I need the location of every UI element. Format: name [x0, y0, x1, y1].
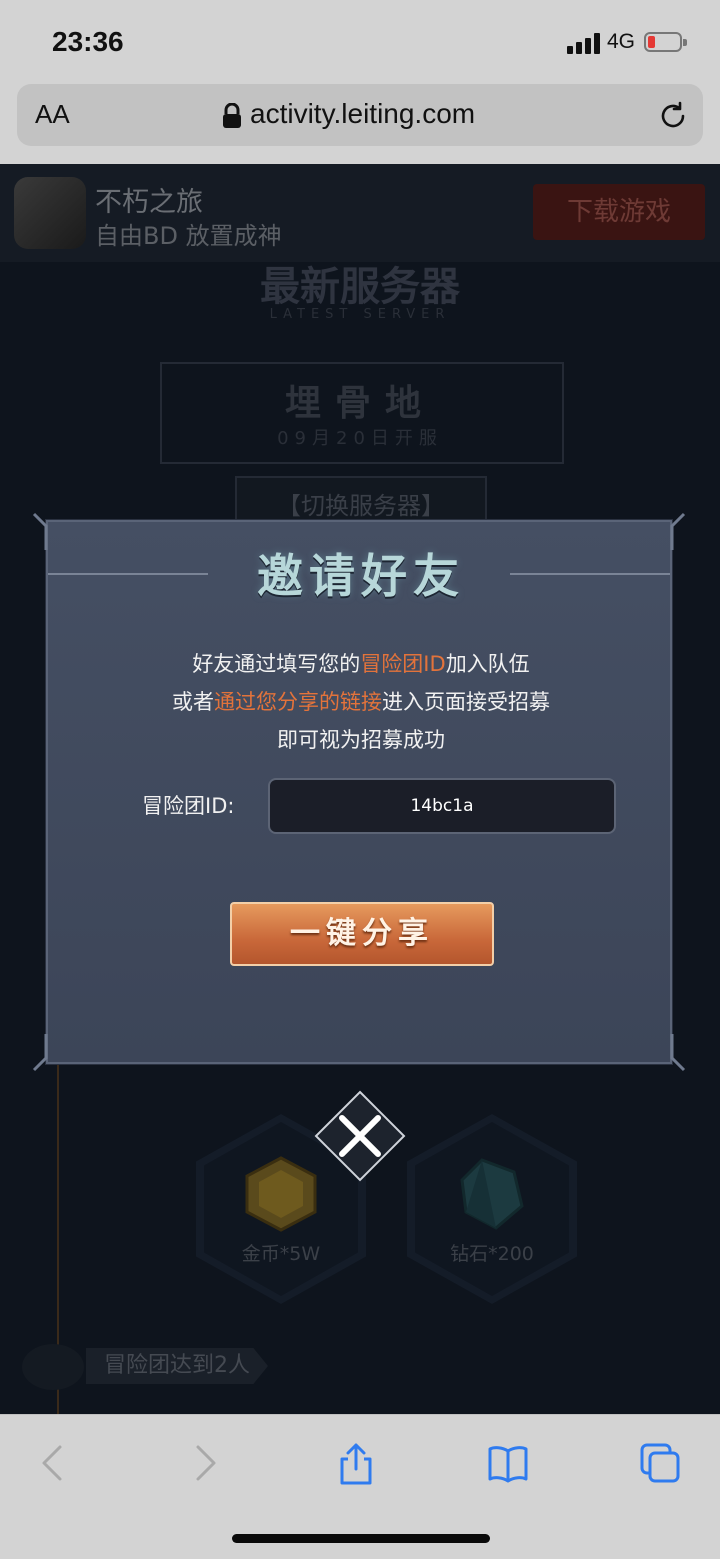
desc-text: 加入队伍 — [445, 652, 530, 676]
share-icon[interactable] — [334, 1441, 378, 1485]
one-click-share-button[interactable]: 一键分享 — [230, 902, 494, 966]
lock-icon — [223, 103, 241, 128]
reload-icon[interactable] — [657, 100, 689, 132]
signal-icon — [567, 32, 603, 54]
desc-text: 进入页面接受招募 — [382, 690, 550, 714]
text-size-label: AA — [35, 99, 70, 129]
modal-description-line3: 即可视为招募成功 — [277, 728, 445, 752]
home-indicator — [232, 1534, 490, 1543]
address-bar[interactable]: AA activity.leiting.com — [17, 84, 703, 146]
desc-highlight: 冒险团ID — [360, 652, 446, 676]
back-icon[interactable] — [32, 1441, 76, 1485]
battery-icon — [644, 32, 687, 52]
tabs-icon[interactable] — [638, 1441, 682, 1485]
milestone-marker — [22, 1344, 84, 1390]
safari-address-area: AA activity.leiting.com — [0, 80, 720, 165]
bookmarks-icon[interactable] — [486, 1441, 530, 1485]
modal-title: 邀请好友 — [257, 549, 465, 603]
reward-diamond: 钻石*200 — [407, 1114, 577, 1304]
url-text: activity.leiting.com — [250, 98, 476, 129]
corner-ornament-icon — [32, 1034, 48, 1072]
app-name: 不朽之旅 — [95, 187, 203, 218]
status-time: 23:36 — [52, 26, 124, 57]
text-size-button[interactable]: AA — [35, 99, 70, 130]
diamond-icon — [460, 1158, 524, 1230]
gold-coin-icon — [245, 1156, 317, 1232]
section-title: 最新服务器 — [260, 263, 460, 310]
server-name: 埋骨地 — [284, 382, 435, 424]
server-open-date: 09月20日开服 — [277, 428, 443, 449]
desc-text: 或者 — [172, 690, 214, 714]
status-bar: 23:36 4G — [0, 0, 720, 80]
milestone-label: 冒险团达到2人 — [86, 1348, 268, 1384]
desc-text: 好友通过填写您的 — [192, 652, 361, 676]
app-download-banner: 不朽之旅 自由BD 放置成神 下载游戏 — [0, 164, 720, 262]
app-logo — [14, 177, 86, 249]
app-tagline: 自由BD 放置成神 — [95, 222, 282, 250]
forward-icon[interactable] — [182, 1441, 226, 1485]
team-id-label: 冒险团ID: — [142, 794, 235, 818]
invite-friends-modal: 邀请好友 好友通过填写您的冒险团ID加入队伍 或者通过您分享的链接进入页面接受招… — [32, 512, 686, 1072]
modal-description-line2: 或者通过您分享的链接进入页面接受招募 — [48, 686, 674, 716]
desc-highlight: 通过您分享的链接 — [214, 690, 382, 714]
team-id-field[interactable]: 14bc1a — [268, 778, 616, 834]
corner-ornament-icon — [670, 1034, 686, 1072]
reward-label: 钻石*200 — [450, 1243, 534, 1265]
modal-description-line1: 好友通过填写您的冒险团ID加入队伍 — [48, 648, 674, 678]
network-type: 4G — [607, 30, 636, 53]
close-icon[interactable] — [314, 1090, 406, 1182]
reward-label: 金币*5W — [241, 1243, 321, 1265]
download-game-button[interactable]: 下载游戏 — [533, 184, 705, 240]
section-title-en: LATEST SERVER — [269, 307, 451, 322]
